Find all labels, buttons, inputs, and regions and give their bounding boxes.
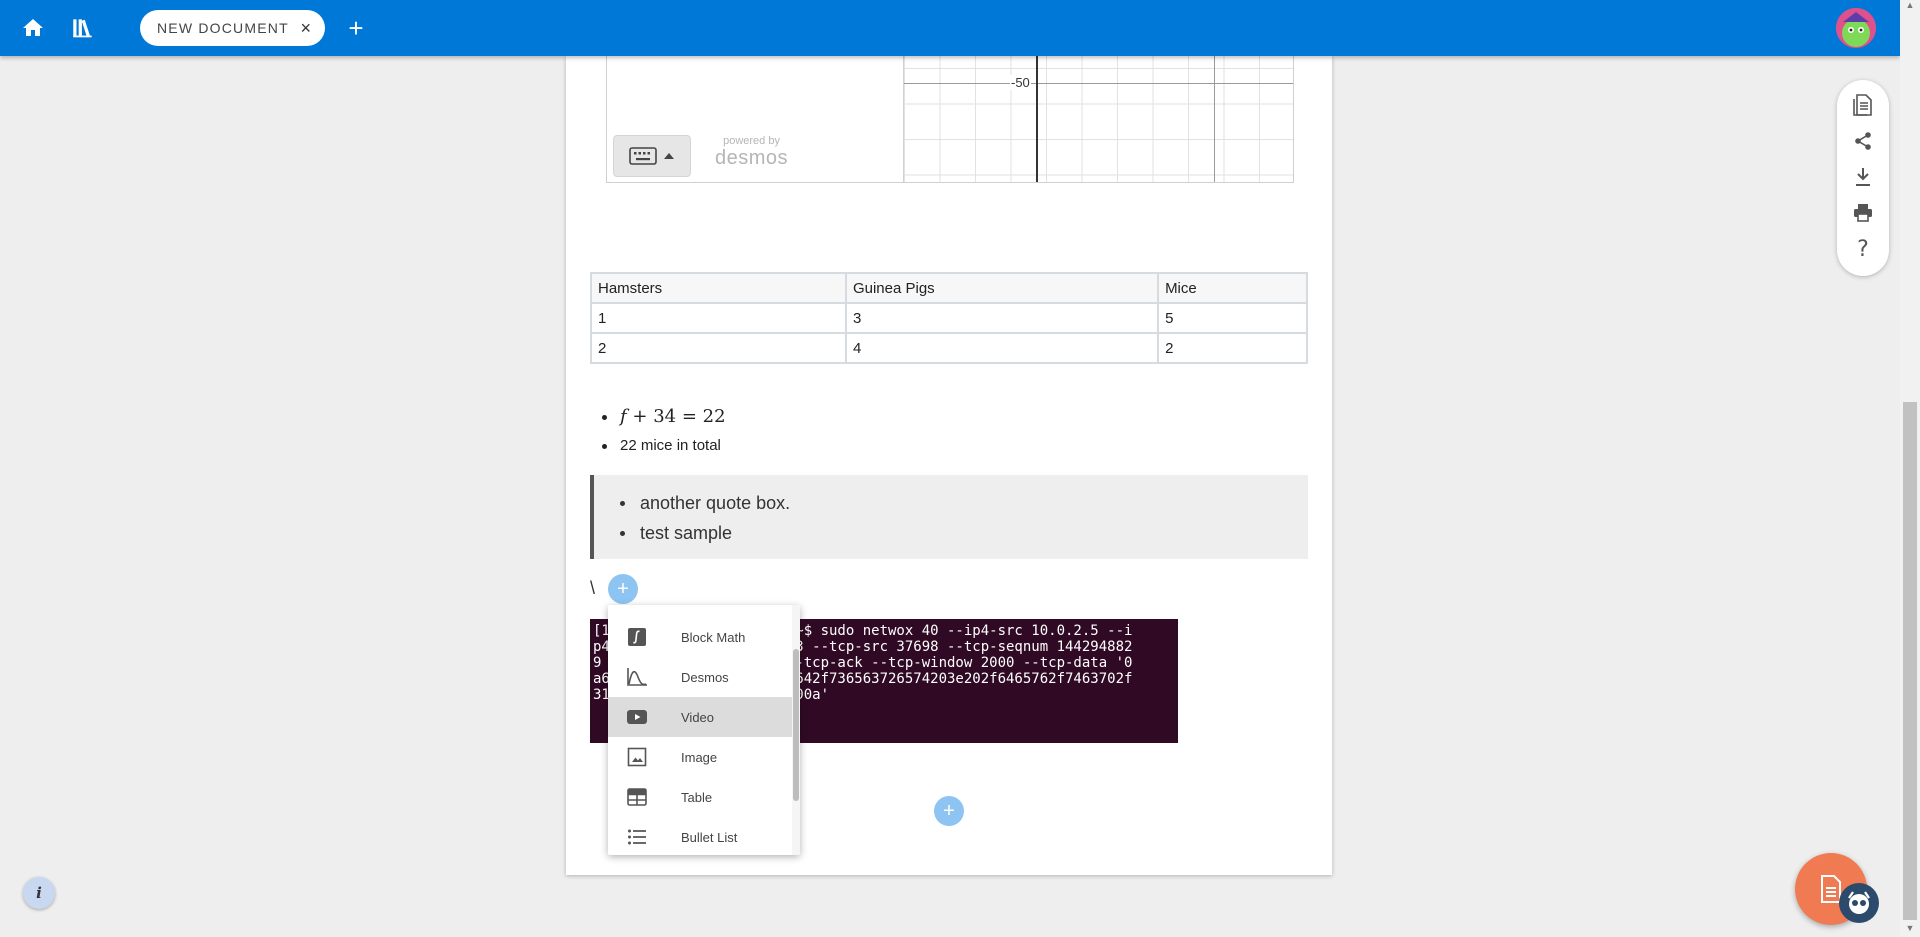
library-icon[interactable]	[67, 12, 99, 44]
table-cell[interactable]: 2	[1157, 332, 1308, 364]
menu-item-label: Image	[681, 749, 718, 765]
quote-list-item[interactable]: test sample	[594, 518, 1308, 548]
list-item[interactable]: 22 mice in total	[590, 433, 726, 459]
menu-item-video[interactable]: Video	[608, 697, 800, 737]
integral-icon	[626, 626, 648, 648]
menu-item-label: Bullet List	[681, 829, 738, 845]
table-cell[interactable]: 1	[590, 302, 847, 334]
add-block-button[interactable]: +	[934, 796, 964, 826]
quote-box[interactable]: another quote box. test sample	[590, 475, 1308, 559]
document-tab-label: NEW DOCUMENT	[157, 20, 289, 36]
scroll-down-arrow[interactable]: ▼	[1900, 923, 1920, 937]
add-block-button[interactable]: +	[608, 574, 638, 604]
desmos-branding: powered by desmos	[715, 135, 789, 170]
table-cell[interactable]: 3	[844, 302, 1160, 334]
gridline-major	[1214, 56, 1215, 182]
bullet-list: f + 34 = 22 22 mice in total	[590, 401, 726, 459]
keyboard-icon	[629, 147, 657, 165]
document-tab[interactable]: NEW DOCUMENT ×	[140, 10, 325, 46]
menu-item-label: Table	[681, 789, 713, 805]
table-cell[interactable]: 5	[1157, 302, 1308, 334]
table-row: 2 4 2	[590, 332, 1308, 364]
image-icon	[626, 746, 648, 768]
download-icon[interactable]	[1851, 165, 1875, 189]
quote-list-item[interactable]: another quote box.	[594, 488, 1308, 518]
print-icon[interactable]	[1851, 201, 1875, 225]
caret-up-icon	[664, 153, 674, 159]
data-table[interactable]: Hamsters Guinea Pigs Mice 1 3 5 2 4 2	[590, 272, 1308, 364]
menu-item-image[interactable]: Image	[608, 737, 800, 777]
table-icon	[626, 786, 648, 808]
home-icon[interactable]	[17, 12, 49, 44]
menu-item-table[interactable]: Table	[608, 777, 800, 817]
table-cell[interactable]: 4	[844, 332, 1160, 364]
menu-item-label: Desmos	[681, 669, 729, 685]
graph-curve-icon	[626, 666, 648, 688]
desmos-logo: desmos	[715, 147, 789, 169]
menu-item-block-math[interactable]: Block Math	[608, 617, 800, 657]
y-tick-label: -50	[1010, 75, 1031, 90]
menu-item-label: Video	[681, 709, 715, 725]
desmos-expression-panel[interactable]: powered by desmos	[607, 56, 904, 182]
powered-by-text: powered by	[723, 135, 780, 147]
gridline-major	[904, 83, 1293, 84]
info-button[interactable]: i	[23, 877, 55, 909]
math-expression: + 34 = 22	[632, 406, 726, 427]
table-cell[interactable]: 2	[590, 332, 847, 364]
table-row: 1 3 5	[590, 302, 1308, 334]
bullet-list-icon	[626, 826, 648, 848]
menu-item-label: Block Math	[681, 629, 746, 645]
table-header-cell[interactable]: Mice	[1157, 272, 1308, 304]
scroll-up-arrow[interactable]: ▲	[1900, 0, 1920, 14]
top-app-bar: NEW DOCUMENT × +	[0, 0, 1900, 56]
new-tab-button[interactable]: +	[340, 12, 372, 44]
table-header-cell[interactable]: Guinea Pigs	[844, 272, 1160, 304]
document-icon[interactable]	[1851, 93, 1875, 117]
desmos-graph-area[interactable]: -50	[904, 56, 1293, 182]
math-bullet-item[interactable]: f + 34 = 22	[590, 401, 726, 433]
menu-item-desmos[interactable]: Desmos	[608, 657, 800, 697]
share-icon[interactable]	[1851, 129, 1875, 153]
side-toolbar: ?	[1837, 80, 1889, 276]
desmos-embed[interactable]: powered by desmos -50	[606, 56, 1294, 183]
helper-bot-icon[interactable]	[1839, 883, 1879, 923]
y-axis	[1036, 56, 1038, 182]
menu-item-bullet-list[interactable]: Bullet List	[608, 817, 800, 855]
menu-scrollbar-thumb[interactable]	[793, 649, 799, 801]
table-header-cell[interactable]: Hamsters	[590, 272, 847, 304]
table-header-row: Hamsters Guinea Pigs Mice	[590, 272, 1308, 304]
close-icon[interactable]: ×	[300, 19, 311, 37]
help-icon[interactable]: ?	[1851, 237, 1875, 262]
video-icon	[626, 706, 648, 728]
scrollbar-thumb[interactable]	[1903, 402, 1917, 920]
keyboard-toggle-button[interactable]	[613, 135, 691, 177]
math-variable: f	[620, 406, 627, 427]
insert-block-menu[interactable]: Block Math Desmos Video Image Table Bull…	[608, 605, 800, 855]
stray-text[interactable]: \	[590, 578, 595, 599]
avatar[interactable]	[1836, 8, 1876, 48]
